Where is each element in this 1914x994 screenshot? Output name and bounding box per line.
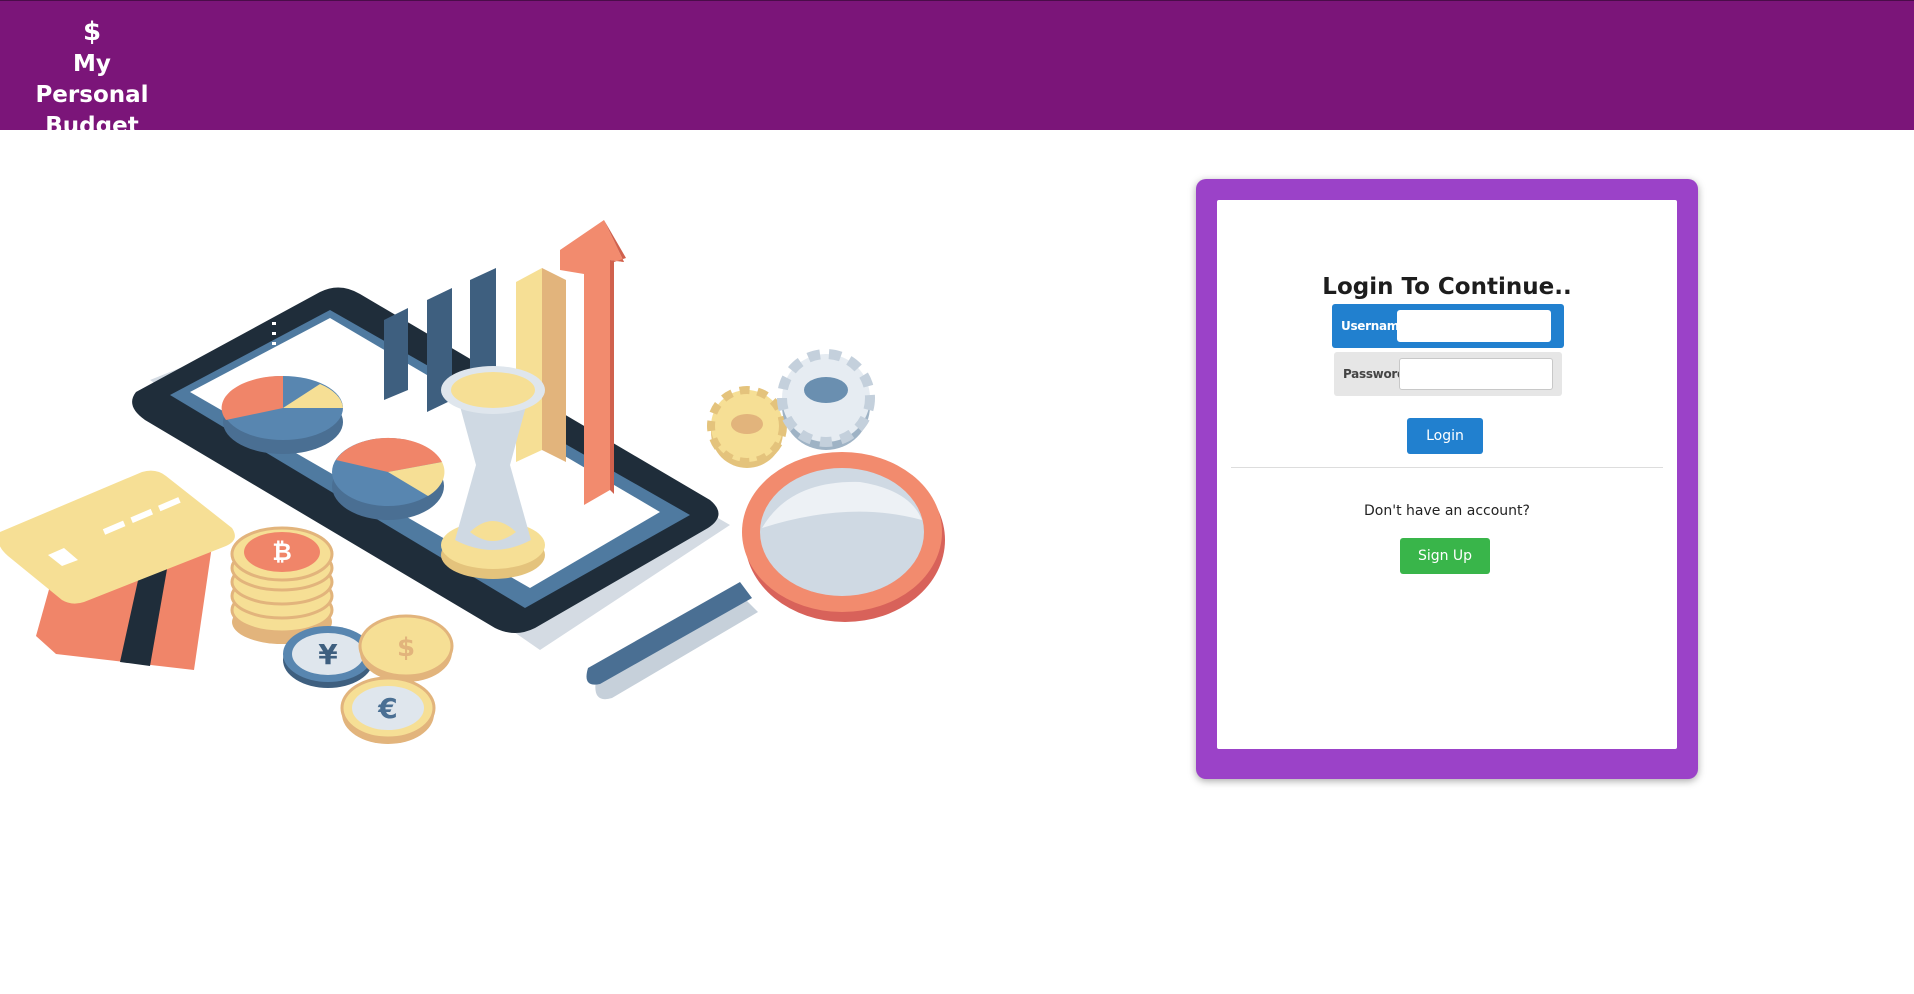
login-title: Login To Continue.. [1322,274,1572,300]
euro-coin-icon: € [340,676,436,744]
svg-text:¥: ¥ [318,638,338,671]
svg-text:€: € [377,692,397,725]
password-input[interactable] [1399,358,1553,390]
password-field: Password: [1334,352,1562,396]
svg-text:$: $ [397,633,415,663]
username-input[interactable] [1397,310,1551,342]
signup-button[interactable]: Sign Up [1400,538,1490,574]
pie-chart-icon [221,375,343,454]
signup-prompt: Don't have an account? [1364,503,1530,519]
gear-icon [777,349,875,450]
finance-illustration: ₿ ¥ $ € [0,220,945,744]
bitcoin-icon: ₿ [272,538,292,566]
app-header: $ My Personal Budget [0,0,1914,139]
coin-stack-icon: ₿ [230,526,334,644]
credit-card-icon [0,470,235,670]
app-title: My Personal Budget [35,51,149,139]
dollar-coin-icon: $ [358,614,454,682]
login-button[interactable]: Login [1407,418,1483,454]
brand[interactable]: $ My Personal Budget [18,15,166,142]
login-panel: Login To Continue.. Username: Password: … [1196,179,1698,779]
divider [1231,467,1663,468]
username-label: Username: [1341,319,1412,333]
yen-coin-icon: ¥ [283,626,373,688]
dollar-icon: $ [82,17,102,47]
username-field: Username: [1332,304,1564,348]
login-card: Login To Continue.. Username: Password: … [1217,200,1677,749]
gear-icon [707,386,787,468]
pie-chart-icon [332,437,445,520]
password-label: Password: [1343,367,1410,381]
